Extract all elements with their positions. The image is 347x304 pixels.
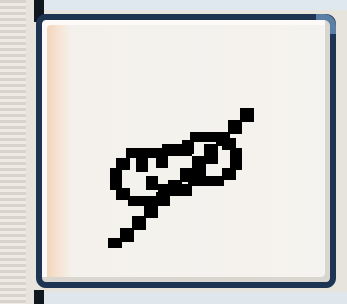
unlink-icon: [108, 108, 254, 248]
toolbar-region: [0, 0, 347, 304]
unlink-button[interactable]: [36, 14, 336, 288]
toolbar-bottom-band: [44, 292, 347, 304]
toolbar-separator: [0, 0, 26, 304]
toolbar-top-band: [44, 0, 347, 10]
adjacent-button-edge-bottom: [34, 290, 44, 304]
unlink-icon-wrap: [42, 20, 330, 282]
